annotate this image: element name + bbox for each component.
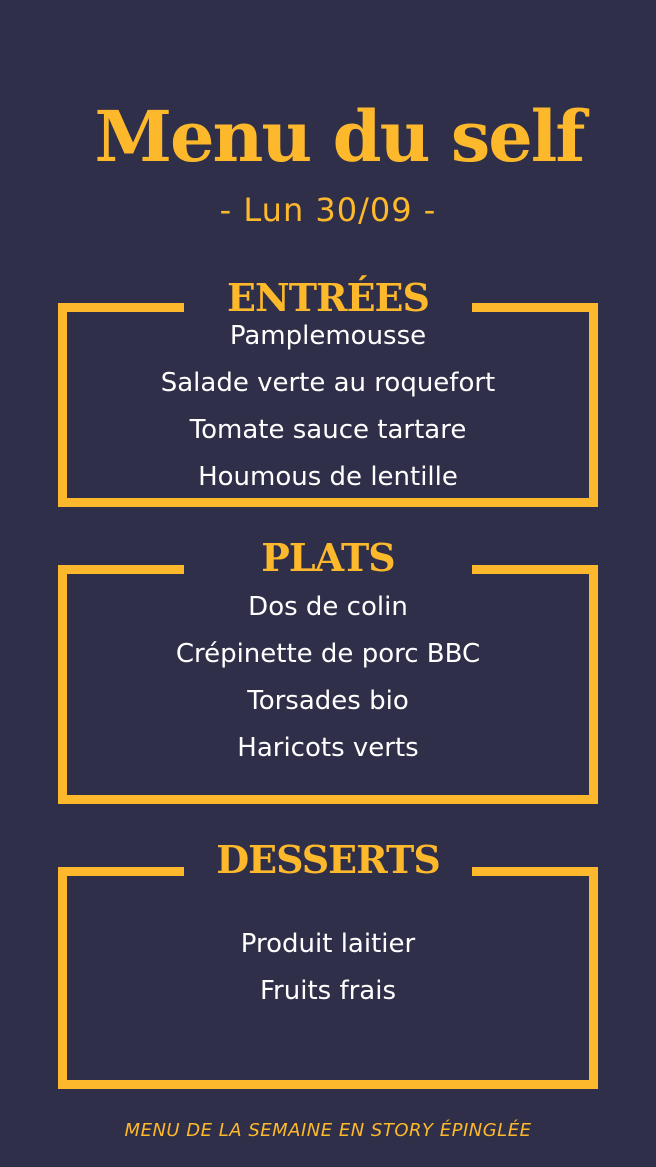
section-plats: PLATS Dos de colin Crépinette de porc BB… — [58, 533, 598, 804]
menu-item: Haricots verts — [237, 733, 419, 763]
menu-item: Fruits frais — [259, 976, 396, 1006]
section-entrees: ENTRÉES Pamplemousse Salade verte au roq… — [58, 273, 598, 507]
menu-item: Tomate sauce tartare — [189, 415, 467, 445]
menu-item: Torsades bio — [247, 686, 409, 716]
section-heading: PLATS — [184, 533, 472, 583]
menu-item: Pamplemousse — [229, 321, 427, 351]
item-list: Pamplemousse Salade verte au roquefort T… — [58, 313, 598, 501]
menu-item: Produit laitier — [240, 929, 416, 959]
page-title: Menu du self — [94, 95, 585, 178]
footer-note: MENU DE LA SEMAINE EN STORY ÉPINGLÉE — [124, 1120, 532, 1141]
section-heading: DESSERTS — [184, 835, 472, 885]
item-list: Produit laitier Fruits frais — [58, 921, 598, 1015]
section-desserts: DESSERTS Produit laitier Fruits frais — [58, 835, 598, 1089]
menu-item: Salade verte au roquefort — [160, 368, 496, 398]
item-list: Dos de colin Crépinette de porc BBC Tors… — [58, 584, 598, 772]
menu-item: Houmous de lentille — [198, 462, 458, 492]
menu-item: Crépinette de porc BBC — [175, 639, 481, 669]
menu-date: - Lun 30/09 - — [219, 191, 437, 229]
menu-item: Dos de colin — [248, 592, 408, 622]
